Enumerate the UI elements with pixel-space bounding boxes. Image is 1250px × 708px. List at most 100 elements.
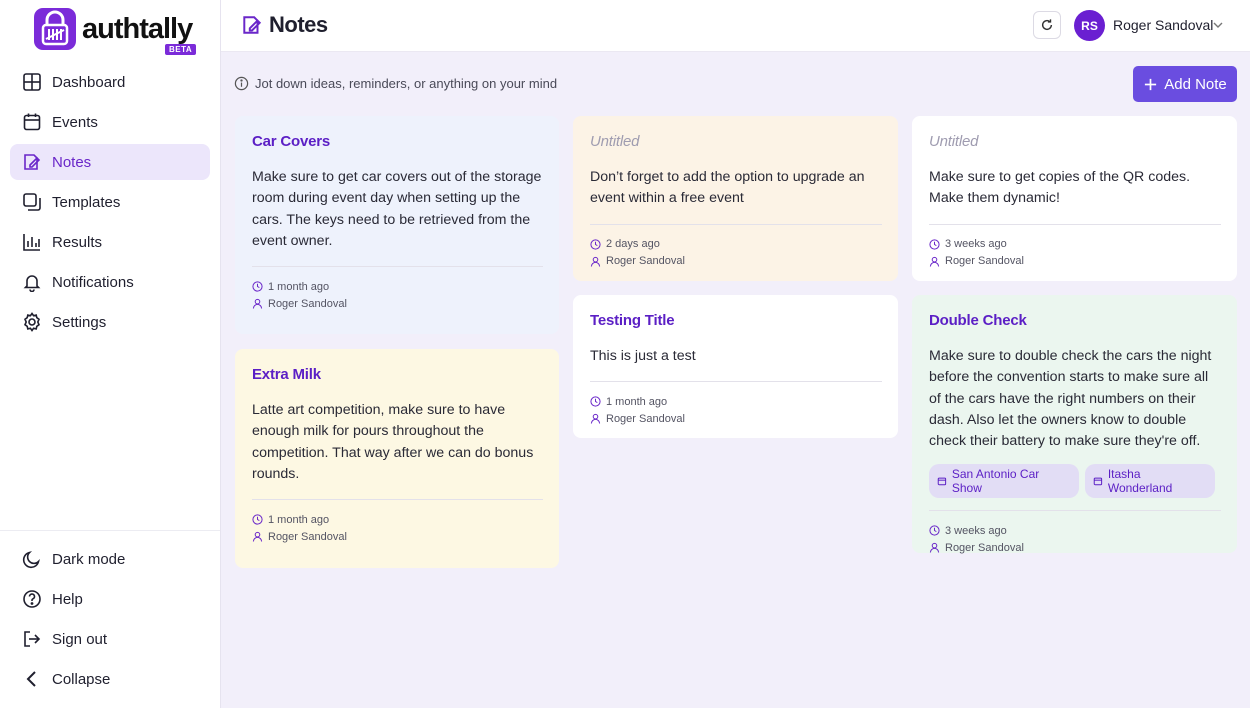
note-author: Roger Sandoval (590, 253, 882, 270)
note-author: Roger Sandoval (929, 253, 1221, 270)
user-icon (590, 256, 601, 267)
note-card[interactable]: Untitled Don’t forget to add the option … (573, 116, 898, 281)
note-author: Roger Sandoval (929, 539, 1221, 556)
dashboard-icon (23, 73, 41, 91)
nav-label: Dark mode (52, 550, 126, 568)
sign-out-button[interactable]: Sign out (10, 621, 210, 657)
info-icon (234, 76, 249, 91)
note-body: Make sure to double check the cars the n… (929, 348, 1212, 450)
note-author: Roger Sandoval (252, 295, 543, 312)
clock-icon (252, 514, 263, 525)
note-card[interactable]: Testing Title This is just a test 1 mont… (573, 295, 898, 438)
note-author-text: Roger Sandoval (945, 255, 1024, 268)
note-body: This is just a test (590, 348, 696, 364)
help-icon (23, 590, 41, 608)
note-tags: San Antonio Car Show Itasha Wonderland (929, 464, 1221, 499)
note-time: 1 month ago (252, 511, 543, 528)
add-note-label: Add Note (1164, 75, 1227, 93)
event-tag-label: San Antonio Car Show (951, 467, 1040, 496)
calendar-icon (23, 113, 41, 131)
nav-label: Templates (52, 193, 121, 211)
note-meta: 3 weeks ago Roger Sandoval (929, 522, 1221, 556)
note-meta: 1 month ago Roger Sandoval (252, 278, 543, 312)
nav-label: Settings (52, 313, 107, 331)
clock-icon (929, 525, 940, 537)
help-link[interactable]: Help (10, 581, 210, 617)
note-author-text: Roger Sandoval (945, 541, 1024, 554)
nav-label: Events (52, 113, 98, 131)
note-time-text: 1 month ago (268, 280, 330, 293)
refresh-button[interactable] (1033, 11, 1061, 39)
chevron-left-icon (26, 671, 36, 687)
nav-label: Collapse (52, 670, 111, 688)
moon-icon (22, 551, 40, 569)
nav-label: Notifications (52, 273, 134, 291)
secondary-nav: Dark mode Help Sign out Collapse (10, 541, 210, 701)
nav-item-templates[interactable]: Templates (10, 184, 210, 220)
nav-item-notifications[interactable]: Notifications (10, 264, 210, 300)
note-divider (252, 266, 543, 268)
note-icon (24, 154, 41, 170)
note-title: Double Check (929, 312, 1027, 329)
chevron-down-icon[interactable] (1211, 18, 1225, 32)
note-time-text: 1 month ago (606, 395, 668, 408)
note-meta: 1 month ago Roger Sandoval (252, 511, 543, 545)
nav-label: Sign out (52, 630, 108, 648)
note-card[interactable]: Untitled Make sure to get copies of the … (912, 116, 1237, 281)
note-title: Extra Milk (252, 366, 321, 383)
sidebar: authtally BETA Dashboard Events Notes Te… (0, 0, 221, 708)
note-author-text: Roger Sandoval (606, 412, 685, 425)
info-text: Jot down ideas, reminders, or anything o… (255, 76, 558, 91)
note-body: Make sure to get car covers out of the s… (252, 169, 542, 249)
note-card[interactable]: Car Covers Make sure to get car covers o… (235, 116, 559, 334)
note-time: 3 weeks ago (929, 522, 1221, 539)
dark-mode-toggle[interactable]: Dark mode (10, 541, 210, 577)
note-title: Testing Title (590, 312, 675, 329)
templates-icon (23, 193, 41, 211)
nav-item-settings[interactable]: Settings (10, 304, 210, 340)
note-body: Don’t forget to add the option to upgrad… (590, 169, 865, 207)
nav-item-dashboard[interactable]: Dashboard (10, 64, 210, 100)
calendar-icon (937, 478, 947, 486)
note-time-text: 3 weeks ago (945, 238, 1007, 251)
nav-label: Notes (52, 153, 92, 171)
user-icon (590, 414, 601, 424)
clock-icon (929, 239, 940, 250)
calendar-icon (1093, 478, 1103, 486)
note-title: Car Covers (252, 133, 331, 150)
note-card[interactable]: Double Check Make sure to double check t… (912, 295, 1237, 556)
refresh-icon (1041, 19, 1053, 31)
note-divider (929, 223, 1221, 225)
note-meta: 3 weeks ago Roger Sandoval (929, 236, 1221, 270)
bell-icon (23, 275, 41, 292)
note-divider (590, 223, 882, 225)
note-title: Untitled (590, 133, 640, 150)
avatar[interactable]: RS (1074, 10, 1105, 41)
clock-icon (590, 239, 601, 250)
collapse-button[interactable]: Collapse (10, 661, 210, 697)
note-author: Roger Sandoval (590, 410, 882, 427)
nav-item-events[interactable]: Events (10, 104, 210, 140)
note-card[interactable]: Extra Milk Latte art competition, make s… (235, 349, 559, 568)
event-tag[interactable]: Itasha Wonderland (1084, 464, 1215, 499)
nav-label: Dashboard (52, 73, 126, 91)
add-note-button[interactable]: Add Note (1133, 66, 1237, 102)
note-time-text: 3 weeks ago (945, 524, 1007, 537)
nav-item-notes[interactable]: Notes (10, 144, 210, 180)
note-author-text: Roger Sandoval (606, 255, 685, 268)
note-author: Roger Sandoval (252, 528, 543, 545)
nav-item-results[interactable]: Results (10, 224, 210, 260)
plus-icon (1145, 78, 1157, 90)
user-icon (252, 532, 263, 542)
user-name[interactable]: Roger Sandoval (1113, 17, 1213, 33)
note-meta: 1 month ago Roger Sandoval (590, 393, 882, 427)
note-time: 3 weeks ago (929, 236, 1221, 253)
nav-label: Results (52, 233, 103, 251)
user-icon (929, 256, 940, 267)
page-title-text: Notes (269, 12, 328, 37)
sign-out-icon (24, 631, 41, 647)
note-time-text: 2 days ago (606, 238, 660, 251)
nav-divider (0, 530, 220, 531)
event-tag[interactable]: San Antonio Car Show (929, 464, 1079, 499)
note-icon (243, 16, 262, 34)
